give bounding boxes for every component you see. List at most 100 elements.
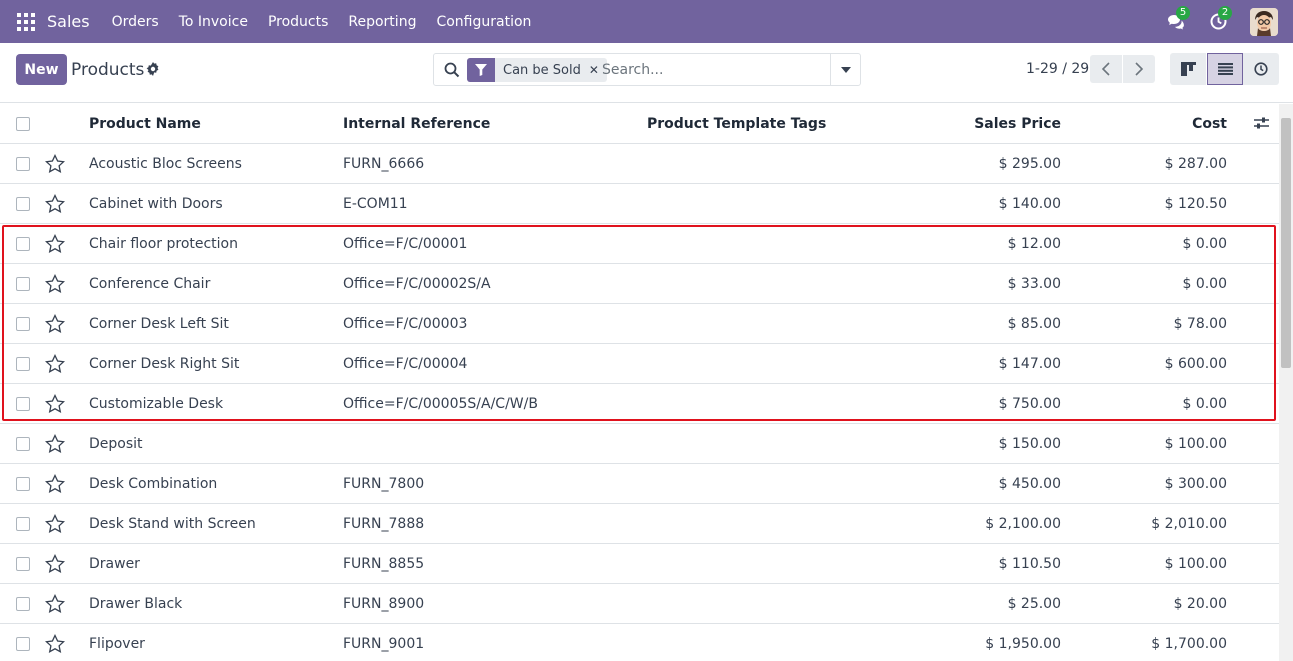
cost: $ 100.00 — [1164, 556, 1227, 572]
table-row[interactable]: Conference Chair Office=F/C/00002S/A $ 3… — [0, 264, 1279, 304]
gear-icon[interactable] — [146, 62, 160, 76]
product-name: Desk Stand with Screen — [89, 516, 256, 532]
star-icon[interactable] — [45, 634, 65, 654]
star-icon[interactable] — [45, 594, 65, 614]
chevron-right-icon — [1135, 62, 1143, 76]
activity-view-button[interactable] — [1243, 53, 1279, 85]
clock-icon — [1254, 62, 1268, 76]
star-icon[interactable] — [45, 194, 65, 214]
header-sales-price[interactable]: Sales Price — [900, 104, 1061, 144]
pager-next-button[interactable] — [1123, 55, 1155, 83]
list-icon — [1217, 63, 1233, 75]
navbar-systray: 5 2 — [1166, 0, 1293, 43]
table-row[interactable]: Cabinet with Doors E-COM11 $ 140.00 $ 12… — [0, 184, 1279, 224]
row-checkbox[interactable] — [16, 277, 30, 291]
star-icon[interactable] — [45, 274, 65, 294]
table-row[interactable]: Corner Desk Left Sit Office=F/C/00003 $ … — [0, 304, 1279, 344]
star-icon[interactable] — [45, 474, 65, 494]
facet-label: Can be Sold — [503, 62, 581, 78]
table-header-row: Product Name Internal Reference Product … — [0, 104, 1279, 144]
messages-count-badge: 5 — [1176, 5, 1190, 20]
star-icon[interactable] — [45, 154, 65, 174]
internal-reference: Office=F/C/00003 — [343, 316, 468, 332]
internal-reference: Office=F/C/00004 — [343, 356, 468, 372]
cost: $ 0.00 — [1182, 396, 1227, 412]
row-checkbox[interactable] — [16, 237, 30, 251]
app-brand[interactable]: Sales — [47, 12, 90, 31]
table-row[interactable]: Deposit $ 150.00 $ 100.00 — [0, 424, 1279, 464]
header-cost[interactable]: Cost — [1080, 104, 1227, 144]
scrollbar-thumb[interactable] — [1281, 118, 1291, 368]
row-checkbox[interactable] — [16, 357, 30, 371]
messages-button[interactable]: 5 — [1166, 5, 1190, 32]
cost: $ 120.50 — [1164, 196, 1227, 212]
star-icon[interactable] — [45, 314, 65, 334]
row-checkbox[interactable] — [16, 197, 30, 211]
sales-price: $ 2,100.00 — [985, 516, 1061, 532]
select-all-checkbox[interactable] — [16, 117, 30, 131]
table-row[interactable]: Corner Desk Right Sit Office=F/C/00004 $… — [0, 344, 1279, 384]
internal-reference: FURN_9001 — [343, 636, 425, 652]
header-product-name[interactable]: Product Name — [89, 104, 201, 144]
table-row[interactable]: Customizable Desk Office=F/C/00005S/A/C/… — [0, 384, 1279, 424]
product-name: Acoustic Bloc Screens — [89, 156, 242, 172]
internal-reference: FURN_8855 — [343, 556, 425, 572]
table-row[interactable]: Chair floor protection Office=F/C/00001 … — [0, 224, 1279, 264]
star-icon[interactable] — [45, 434, 65, 454]
row-checkbox[interactable] — [16, 517, 30, 531]
star-icon[interactable] — [45, 354, 65, 374]
product-name: Cabinet with Doors — [89, 196, 223, 212]
nav-item-products[interactable]: Products — [268, 14, 328, 30]
activities-button[interactable]: 2 — [1208, 5, 1232, 32]
row-checkbox[interactable] — [16, 397, 30, 411]
cost: $ 600.00 — [1164, 356, 1227, 372]
product-name: Conference Chair — [89, 276, 211, 292]
row-checkbox[interactable] — [16, 157, 30, 171]
table-row[interactable]: Acoustic Bloc Screens FURN_6666 $ 295.00… — [0, 144, 1279, 184]
search-icon[interactable] — [444, 62, 460, 78]
row-checkbox[interactable] — [16, 637, 30, 651]
row-checkbox[interactable] — [16, 477, 30, 491]
search-options-toggle[interactable] — [830, 54, 860, 85]
user-avatar[interactable] — [1250, 7, 1278, 36]
row-checkbox[interactable] — [16, 437, 30, 451]
pager-value[interactable]: 1-29 / 29 — [1026, 61, 1089, 77]
sales-price: $ 450.00 — [998, 476, 1061, 492]
nav-item-to-invoice[interactable]: To Invoice — [179, 14, 248, 30]
top-navbar: Sales Orders To Invoice Products Reporti… — [0, 0, 1293, 43]
apps-menu-icon[interactable] — [17, 12, 35, 31]
table-row[interactable]: Desk Stand with Screen FURN_7888 $ 2,100… — [0, 504, 1279, 544]
header-product-template-tags[interactable]: Product Template Tags — [647, 104, 826, 144]
cost: $ 1,700.00 — [1151, 636, 1227, 652]
star-icon[interactable] — [45, 394, 65, 414]
kanban-view-button[interactable] — [1170, 53, 1206, 85]
nav-item-reporting[interactable]: Reporting — [348, 14, 416, 30]
column-settings-icon[interactable] — [1254, 116, 1269, 130]
row-checkbox[interactable] — [16, 557, 30, 571]
search-input[interactable] — [602, 58, 827, 82]
table-row[interactable]: Drawer FURN_8855 $ 110.50 $ 100.00 — [0, 544, 1279, 584]
star-icon[interactable] — [45, 554, 65, 574]
nav-item-orders[interactable]: Orders — [112, 14, 159, 30]
table-row[interactable]: Drawer Black FURN_8900 $ 25.00 $ 20.00 — [0, 584, 1279, 624]
table-row[interactable]: Desk Combination FURN_7800 $ 450.00 $ 30… — [0, 464, 1279, 504]
sales-price: $ 140.00 — [998, 196, 1061, 212]
star-icon[interactable] — [45, 514, 65, 534]
table-row[interactable]: Flipover FURN_9001 $ 1,950.00 $ 1,700.00 — [0, 624, 1279, 661]
star-icon[interactable] — [45, 234, 65, 254]
sales-price: $ 110.50 — [998, 556, 1061, 572]
sales-price: $ 33.00 — [1007, 276, 1061, 292]
new-button[interactable]: New — [16, 54, 67, 85]
pager-previous-button[interactable] — [1090, 55, 1122, 83]
nav-item-configuration[interactable]: Configuration — [436, 14, 531, 30]
internal-reference: Office=F/C/00005S/A/C/W/B — [343, 396, 538, 412]
row-checkbox[interactable] — [16, 317, 30, 331]
sales-price: $ 12.00 — [1007, 236, 1061, 252]
vertical-scrollbar[interactable] — [1279, 104, 1293, 661]
internal-reference: Office=F/C/00002S/A — [343, 276, 491, 292]
list-view-button[interactable] — [1207, 53, 1243, 85]
page-title: Products — [71, 60, 145, 80]
row-checkbox[interactable] — [16, 597, 30, 611]
header-internal-reference[interactable]: Internal Reference — [343, 104, 490, 144]
product-list: Product Name Internal Reference Product … — [0, 104, 1279, 661]
